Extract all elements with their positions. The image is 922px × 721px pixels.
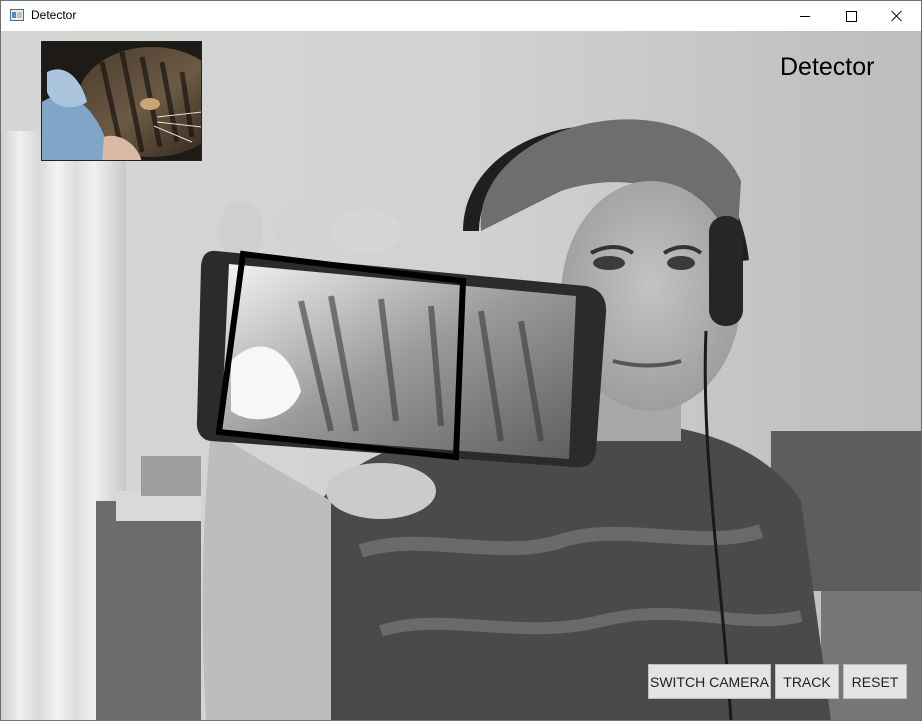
overlay-title: Detector	[780, 53, 875, 81]
reset-button[interactable]: RESET	[843, 664, 907, 699]
camera-feed: Detector SWITCH CAMERA TRACK RESET	[1, 31, 921, 720]
window-title: Detector	[31, 8, 77, 22]
track-button[interactable]: TRACK	[775, 664, 839, 699]
title-bar[interactable]: Detector	[1, 1, 921, 31]
maximize-icon	[845, 10, 857, 22]
close-button[interactable]	[874, 1, 920, 31]
maximize-button[interactable]	[828, 1, 874, 31]
reference-cat-image	[42, 42, 201, 160]
switch-camera-button[interactable]: SWITCH CAMERA	[648, 664, 771, 699]
minimize-button[interactable]	[782, 1, 828, 31]
app-window-icon	[10, 9, 24, 21]
app-window: Detector Detector SWITCH CAMERA TRACK RE…	[0, 0, 922, 721]
close-icon	[891, 10, 903, 22]
minimize-icon	[800, 15, 810, 17]
reference-thumbnail	[41, 41, 202, 161]
